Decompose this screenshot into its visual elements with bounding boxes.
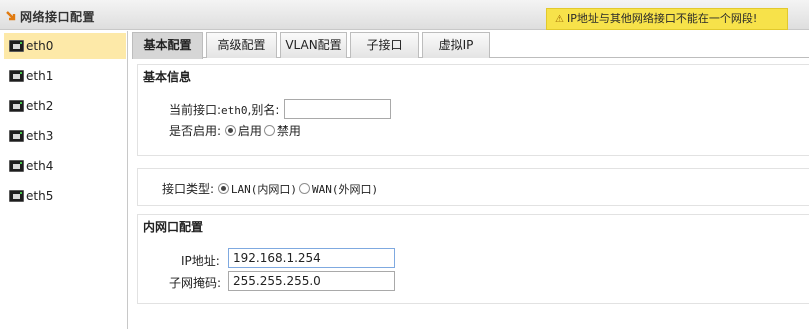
network-port-icon	[9, 160, 24, 172]
current-interface-value: eth0	[221, 104, 248, 117]
tab-vlan-config[interactable]: VLAN配置	[280, 32, 347, 58]
tab-virtual-ip[interactable]: 虚拟IP	[422, 32, 490, 58]
enable-off-radio[interactable]	[263, 125, 275, 136]
interface-type-label: 接口类型:	[162, 182, 215, 196]
sidebar-item-eth3[interactable]: eth3	[4, 123, 126, 149]
sidebar-item-eth1[interactable]: eth1	[4, 63, 126, 89]
network-port-icon	[9, 190, 24, 202]
enable-off-label: 禁用	[276, 124, 301, 138]
interface-type-row: 接口类型: LAN(内网口) WAN(外网口)	[162, 180, 380, 197]
basic-info-title: 基本信息	[143, 70, 192, 84]
alias-input[interactable]	[284, 99, 391, 119]
current-interface-label: 当前接口:	[169, 103, 222, 117]
network-port-icon	[9, 40, 24, 52]
enable-row: 是否启用: 启用 禁用	[169, 122, 303, 139]
title-bar: 网络接口配置 ⚠ IP地址与其他网络接口不能在一个网段!	[0, 0, 809, 30]
ip-address-label: IP地址:	[181, 254, 220, 268]
lan-radio[interactable]	[217, 183, 229, 194]
sidebar-item-eth4[interactable]: eth4	[4, 153, 126, 179]
page-title: 网络接口配置	[20, 10, 96, 24]
sidebar-item-label: eth4	[26, 159, 54, 173]
tab-advanced-config[interactable]: 高级配置	[206, 32, 277, 58]
enable-on-radio[interactable]	[224, 125, 236, 136]
network-port-icon	[9, 70, 24, 82]
sidebar-item-label: eth5	[26, 189, 54, 203]
warning-icon: ⚠	[555, 14, 564, 25]
subnet-mask-label: 子网掩码:	[169, 276, 222, 290]
warning-banner: ⚠ IP地址与其他网络接口不能在一个网段!	[546, 8, 788, 30]
enable-label: 是否启用:	[169, 124, 222, 138]
sidebar-item-eth2[interactable]: eth2	[4, 93, 126, 119]
network-port-icon	[9, 130, 24, 142]
sidebar-item-label: eth0	[26, 39, 54, 53]
alias-label: ,别名:	[247, 103, 280, 117]
sidebar-item-eth0[interactable]: eth0	[4, 33, 126, 59]
lan-label: LAN(内网口)	[230, 183, 297, 196]
enable-on-label: 启用	[237, 124, 262, 138]
tab-basic-config[interactable]: 基本配置	[132, 32, 203, 59]
wan-label: WAN(外网口)	[312, 183, 379, 196]
ip-address-input[interactable]	[228, 248, 395, 268]
subnet-mask-input[interactable]	[228, 271, 395, 291]
warning-text: IP地址与其他网络接口不能在一个网段!	[566, 12, 758, 25]
sidebar-item-eth5[interactable]: eth5	[4, 183, 126, 209]
sidebar-item-label: eth3	[26, 129, 54, 143]
arrow-down-right-icon	[6, 11, 16, 21]
current-interface-row: 当前接口:eth0,别名:	[169, 101, 279, 118]
wan-radio[interactable]	[299, 183, 310, 194]
network-port-icon	[9, 100, 24, 112]
sidebar-item-label: eth2	[26, 99, 54, 113]
tab-bar: 基本配置 高级配置 VLAN配置 子接口 虚拟IP	[132, 32, 809, 59]
interface-list: eth0 eth1 eth2 eth3 eth4 eth5	[0, 31, 128, 329]
sidebar-item-label: eth1	[26, 69, 54, 83]
tab-sub-interface[interactable]: 子接口	[350, 32, 419, 58]
lan-config-title: 内网口配置	[143, 220, 204, 234]
